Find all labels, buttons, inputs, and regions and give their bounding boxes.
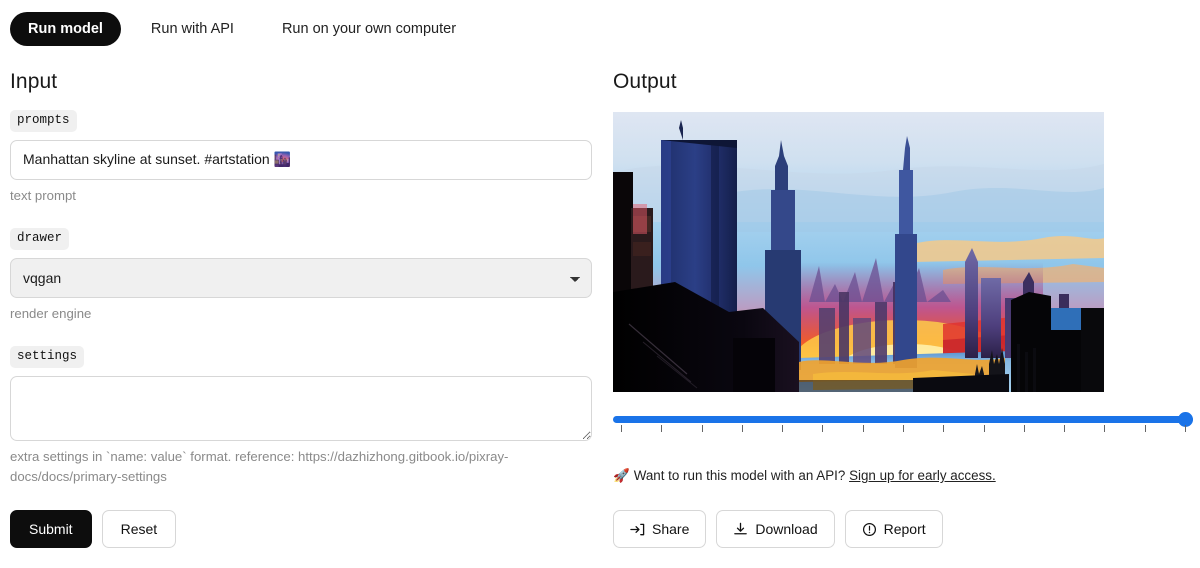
settings-help: extra settings in `name: value` format. … bbox=[10, 447, 590, 488]
form-actions: Submit Reset bbox=[10, 510, 176, 548]
download-button-label: Download bbox=[755, 521, 817, 537]
output-progress-slider bbox=[613, 414, 1193, 434]
prompts-help: text prompt bbox=[10, 186, 590, 206]
slider-tick bbox=[661, 425, 662, 432]
output-heading: Output bbox=[613, 70, 677, 94]
input-form: prompts text prompt drawer vqganpixellin… bbox=[10, 110, 592, 488]
share-icon bbox=[630, 522, 645, 537]
slider-tick bbox=[702, 425, 703, 432]
report-icon bbox=[862, 522, 877, 537]
slider-tick bbox=[1064, 425, 1065, 432]
slider-tick bbox=[1024, 425, 1025, 432]
field-drawer: drawer vqganpixelline_sketchclipdrawvdif… bbox=[10, 228, 592, 324]
slider-tick bbox=[782, 425, 783, 432]
slider-tick bbox=[621, 425, 622, 432]
tab-run-model[interactable]: Run model bbox=[10, 12, 121, 46]
slider-tick bbox=[984, 425, 985, 432]
model-playground-page: Run model Run with API Run on your own c… bbox=[0, 0, 1200, 568]
settings-textarea[interactable] bbox=[10, 376, 592, 441]
download-button[interactable]: Download bbox=[716, 510, 834, 548]
drawer-label: drawer bbox=[10, 228, 69, 250]
prompts-input[interactable] bbox=[10, 140, 592, 180]
drawer-select[interactable]: vqganpixelline_sketchclipdrawvdifffftfas… bbox=[10, 258, 592, 298]
frame-slider[interactable] bbox=[613, 414, 1193, 424]
field-settings: settings extra settings in `name: value`… bbox=[10, 346, 592, 488]
download-icon bbox=[733, 522, 748, 537]
tab-run-with-api[interactable]: Run with API bbox=[133, 12, 252, 46]
rocket-icon: 🚀 bbox=[613, 468, 630, 483]
reset-button[interactable]: Reset bbox=[102, 510, 177, 548]
report-button-label: Report bbox=[884, 521, 926, 537]
slider-tick bbox=[1185, 425, 1186, 432]
tab-run-on-your-own-computer[interactable]: Run on your own computer bbox=[264, 12, 474, 46]
slider-tick bbox=[863, 425, 864, 432]
slider-ticks bbox=[613, 425, 1193, 434]
api-notice: 🚀 Want to run this model with an API? Sig… bbox=[613, 468, 996, 484]
output-actions: Share Download Report bbox=[613, 510, 943, 548]
input-heading: Input bbox=[10, 70, 57, 94]
report-button[interactable]: Report bbox=[845, 510, 943, 548]
output-image bbox=[613, 112, 1104, 392]
slider-tick bbox=[822, 425, 823, 432]
slider-tick bbox=[943, 425, 944, 432]
api-notice-text: Want to run this model with an API? bbox=[634, 468, 846, 483]
drawer-help: render engine bbox=[10, 304, 590, 324]
slider-tick bbox=[1104, 425, 1105, 432]
share-button-label: Share bbox=[652, 521, 689, 537]
share-button[interactable]: Share bbox=[613, 510, 706, 548]
slider-tick bbox=[1145, 425, 1146, 432]
field-prompts: prompts text prompt bbox=[10, 110, 592, 206]
slider-tick bbox=[903, 425, 904, 432]
signup-early-access-link[interactable]: Sign up for early access. bbox=[849, 468, 996, 483]
mode-tabs: Run model Run with API Run on your own c… bbox=[10, 12, 474, 46]
prompts-label: prompts bbox=[10, 110, 77, 132]
submit-button[interactable]: Submit bbox=[10, 510, 92, 548]
slider-tick bbox=[742, 425, 743, 432]
settings-label: settings bbox=[10, 346, 84, 368]
